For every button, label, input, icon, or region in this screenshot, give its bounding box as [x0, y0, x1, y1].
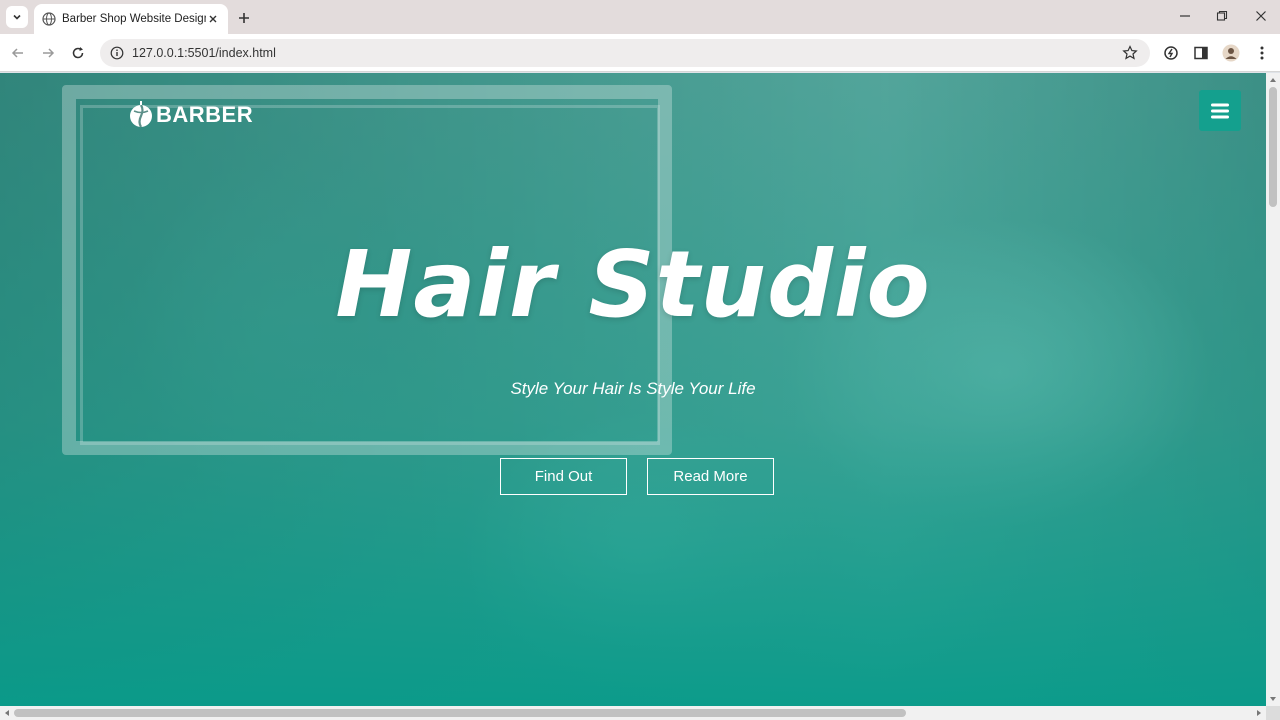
- vertical-scroll-thumb[interactable]: [1269, 87, 1277, 207]
- scroll-up-icon[interactable]: [1269, 76, 1277, 84]
- side-panel-button[interactable]: [1191, 43, 1211, 63]
- reload-button[interactable]: [67, 42, 89, 64]
- find-out-button[interactable]: Find Out: [500, 458, 627, 495]
- minimize-button[interactable]: [1167, 4, 1203, 28]
- close-window-button[interactable]: [1243, 4, 1279, 28]
- new-tab-button[interactable]: [234, 8, 254, 28]
- close-tab-icon[interactable]: [206, 12, 220, 26]
- page-viewport: BARBER Hair Studio Style Your Hair Is St…: [0, 73, 1266, 706]
- plus-icon: [239, 13, 249, 23]
- star-icon[interactable]: [1122, 45, 1138, 61]
- hero-subtitle: Style Your Hair Is Style Your Life: [510, 379, 756, 398]
- chevron-down-icon: [13, 14, 21, 20]
- side-panel-icon: [1194, 46, 1208, 60]
- tab-strip: Barber Shop Website Design: [0, 0, 1280, 34]
- maximize-button[interactable]: [1204, 4, 1240, 28]
- horizontal-scrollbar[interactable]: [0, 706, 1266, 720]
- logo-text: BARBER: [156, 102, 254, 127]
- profile-icon: [1222, 44, 1240, 62]
- horizontal-scroll-thumb[interactable]: [14, 709, 906, 717]
- hamburger-icon: [1211, 103, 1229, 118]
- scrollbar-corner: [1266, 706, 1280, 720]
- info-icon[interactable]: [110, 46, 124, 60]
- minimize-icon: [1180, 15, 1190, 17]
- scroll-right-icon[interactable]: [1255, 709, 1263, 717]
- tab-title: Barber Shop Website Design: [62, 13, 206, 25]
- active-tab[interactable]: Barber Shop Website Design: [34, 4, 228, 34]
- scroll-down-icon[interactable]: [1269, 695, 1277, 703]
- extension-button[interactable]: [1161, 43, 1181, 63]
- more-vert-icon: [1260, 46, 1264, 60]
- reload-icon: [72, 47, 84, 59]
- close-icon: [1256, 11, 1266, 21]
- globe-icon: [42, 12, 56, 26]
- site-logo[interactable]: BARBER: [128, 101, 253, 129]
- restore-icon: [1216, 10, 1228, 21]
- scroll-left-icon[interactable]: [3, 709, 11, 717]
- back-button[interactable]: [7, 42, 29, 64]
- read-more-button[interactable]: Read More: [647, 458, 774, 495]
- url-text: 127.0.0.1:5501/index.html: [132, 46, 276, 60]
- extension-icon: [1164, 46, 1178, 60]
- tab-list-button[interactable]: [6, 6, 28, 28]
- forward-button[interactable]: [37, 42, 59, 64]
- menu-button[interactable]: [1199, 90, 1241, 131]
- browser-menu-button[interactable]: [1252, 43, 1272, 63]
- profile-button[interactable]: [1221, 43, 1241, 63]
- browser-toolbar: 127.0.0.1:5501/index.html: [0, 34, 1280, 72]
- barber-logo-icon: [128, 101, 154, 129]
- arrow-left-icon: [11, 48, 23, 58]
- hero-title: Hair Studio: [335, 231, 931, 338]
- arrow-right-icon: [43, 48, 55, 58]
- vertical-scrollbar[interactable]: [1266, 73, 1280, 706]
- address-bar[interactable]: 127.0.0.1:5501/index.html: [100, 39, 1150, 67]
